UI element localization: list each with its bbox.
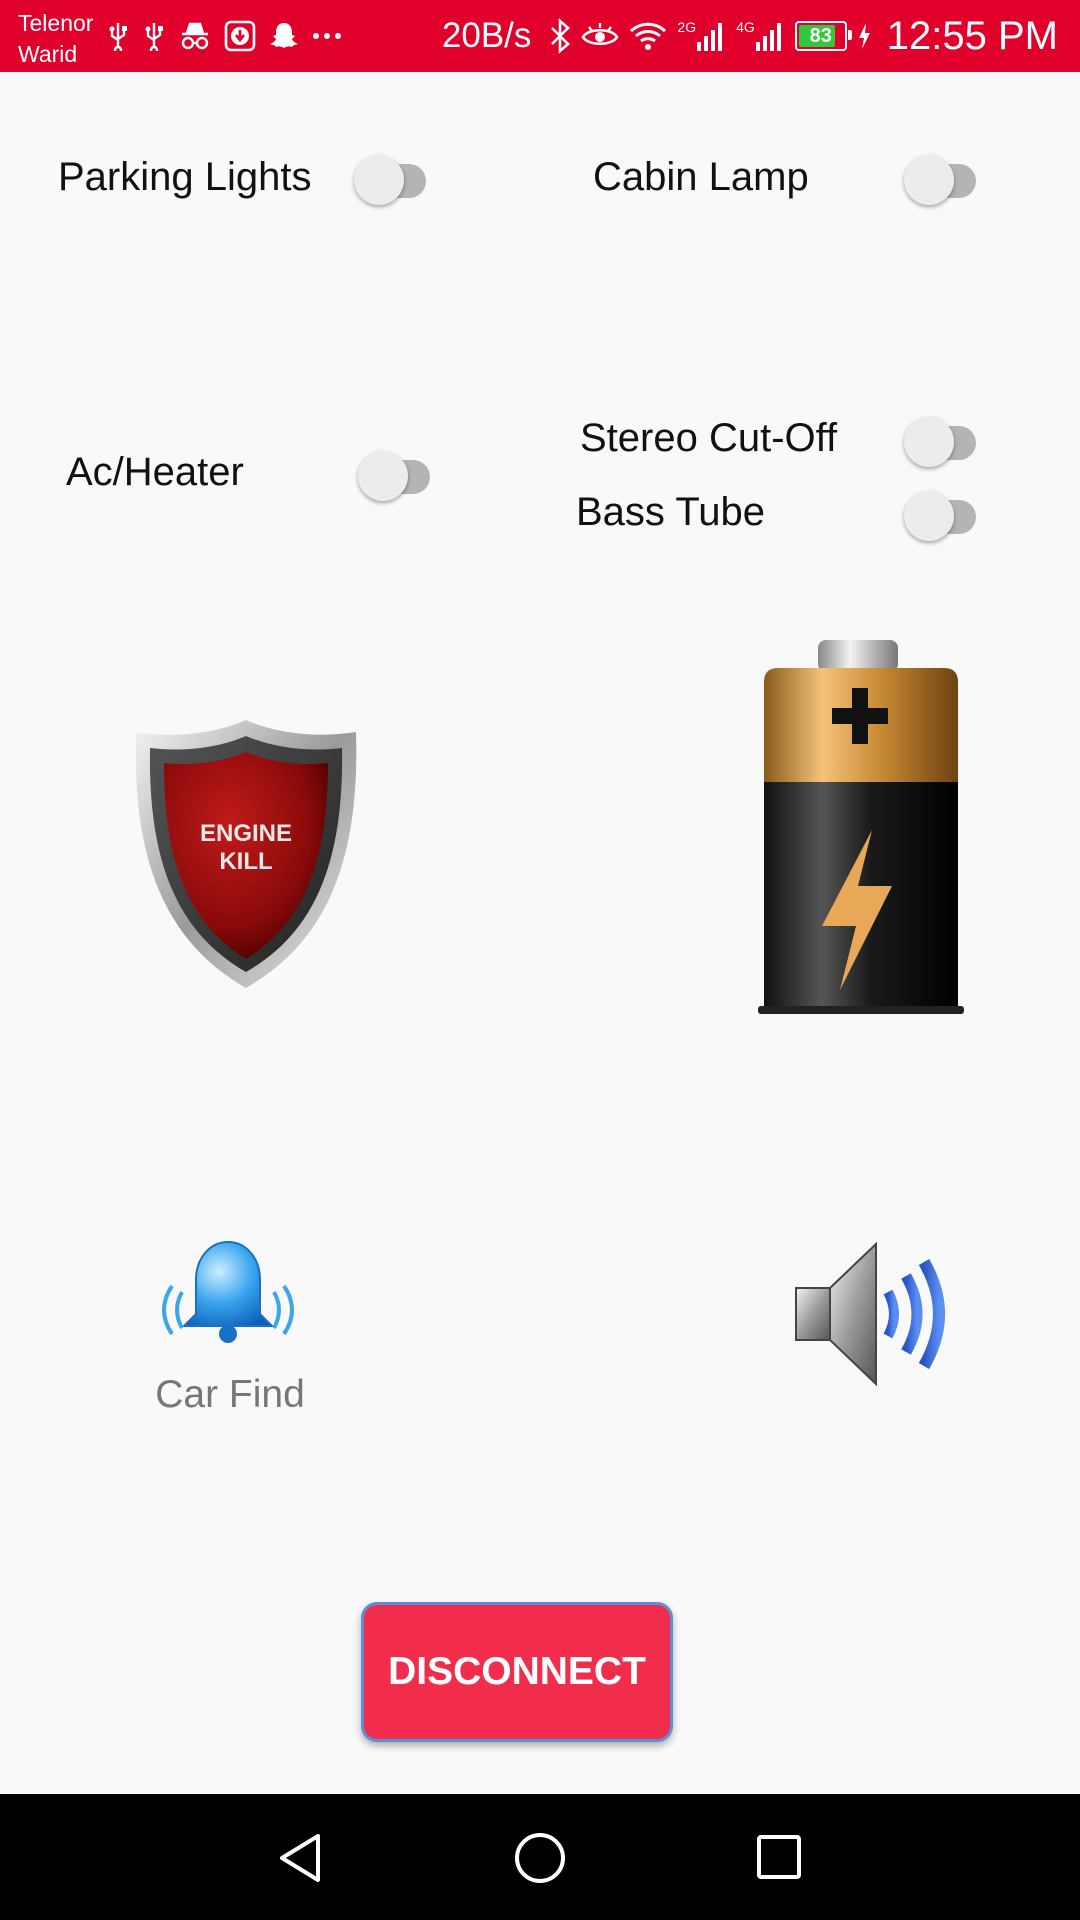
parking-lights-label: Parking Lights xyxy=(58,155,312,199)
network-4g-signal: 4G xyxy=(736,20,785,52)
snapchat-icon xyxy=(270,23,298,48)
switch-thumb xyxy=(904,417,954,467)
bluetooth-icon xyxy=(551,18,571,54)
status-bar: Telenor Warid 20B/s 2G 4G 83 12:55 PM xyxy=(0,0,1080,72)
eye-icon xyxy=(581,23,619,46)
battery-level: 83 xyxy=(809,24,832,47)
ac-heater-label: Ac/Heater xyxy=(66,450,244,494)
usb-icon xyxy=(109,23,127,51)
car-find-label: Car Find xyxy=(155,1373,305,1416)
stereo-cutoff-label: Stereo Cut-Off xyxy=(580,416,838,460)
carrier-line-1: Telenor xyxy=(18,10,94,36)
bass-tube-switch[interactable] xyxy=(904,482,980,542)
cabin-lamp-switch[interactable] xyxy=(904,146,980,206)
network-2g-label: 2G xyxy=(677,19,697,35)
navigation-bar xyxy=(0,1794,1080,1920)
bell-icon xyxy=(162,1240,294,1343)
stereo-cutoff-switch[interactable] xyxy=(904,408,980,468)
carrier-line-2: Warid xyxy=(18,41,78,67)
data-rate: 20B/s xyxy=(441,16,532,55)
download-icon xyxy=(224,20,256,52)
parking-lights-switch[interactable] xyxy=(354,146,430,206)
home-icon[interactable] xyxy=(514,1832,566,1884)
battery-icon xyxy=(758,640,964,1014)
notification-icons xyxy=(106,18,342,54)
clock: 12:55 PM xyxy=(886,13,1058,58)
switch-thumb xyxy=(904,491,954,541)
signal-icon xyxy=(755,23,781,51)
switch-thumb xyxy=(354,155,404,205)
wifi-icon xyxy=(630,22,667,50)
engine-kill-button[interactable]: ENGINE KILL xyxy=(128,716,364,992)
back-icon[interactable] xyxy=(276,1832,324,1884)
switch-thumb xyxy=(358,451,408,501)
shield-icon: ENGINE KILL xyxy=(135,720,357,988)
speaker-icon xyxy=(795,1241,945,1387)
switch-thumb xyxy=(904,155,954,205)
charging-icon xyxy=(858,23,870,49)
more-dots-icon xyxy=(313,33,341,39)
battery-icon: 83 xyxy=(794,21,852,51)
system-status: 20B/s 2G 4G 83 12:55 PM xyxy=(442,10,1058,62)
engine-kill-line-1: ENGINE xyxy=(200,820,292,847)
signal-icon xyxy=(697,23,723,51)
car-find-button[interactable] xyxy=(152,1236,304,1360)
disconnect-button[interactable]: DISCONNECT xyxy=(361,1602,673,1742)
usb-icon xyxy=(145,23,163,51)
incognito-icon xyxy=(181,22,209,50)
network-2g-signal: 2G xyxy=(677,20,726,52)
battery-button[interactable] xyxy=(752,636,970,1026)
cabin-lamp-label: Cabin Lamp xyxy=(593,155,809,199)
ac-heater-switch[interactable] xyxy=(358,442,434,502)
speaker-button[interactable] xyxy=(794,1240,946,1388)
engine-kill-line-2: KILL xyxy=(219,848,272,875)
network-4g-label: 4G xyxy=(736,19,755,35)
recents-icon[interactable] xyxy=(756,1834,802,1880)
bass-tube-label: Bass Tube xyxy=(576,490,766,534)
carrier-name: Telenor Warid xyxy=(18,8,93,70)
